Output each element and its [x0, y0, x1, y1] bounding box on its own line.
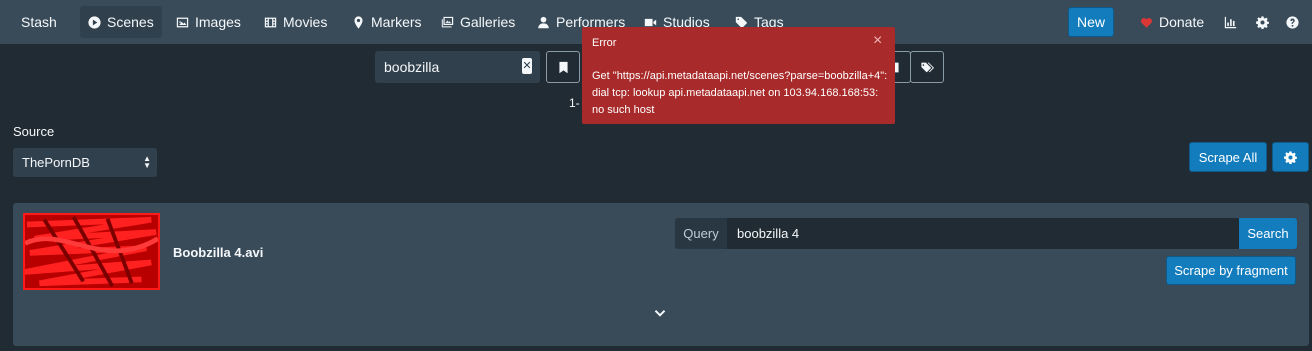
search-input[interactable]: boobzilla ✕	[375, 51, 540, 83]
help-button[interactable]	[1284, 14, 1300, 30]
film-icon	[264, 17, 277, 27]
nav-item-galleries[interactable]: Galleries	[433, 6, 523, 38]
nav-item-label: Scenes	[107, 14, 154, 30]
nav-item-label: Galleries	[460, 14, 516, 30]
donate-label: Donate	[1159, 14, 1205, 30]
map-marker-icon	[354, 15, 363, 29]
play-circle-icon	[88, 15, 101, 29]
new-button[interactable]: New	[1068, 7, 1114, 37]
pagination-info: 1-	[569, 96, 580, 110]
nav-item-images[interactable]: Images	[168, 6, 249, 38]
scrape-by-fragment-button[interactable]: Scrape by fragment	[1166, 256, 1296, 285]
nav-item-label: Movies	[283, 14, 328, 30]
tags-icon	[920, 62, 934, 72]
redacted-scribble-image	[25, 215, 158, 288]
scene-thumbnail[interactable]	[23, 213, 160, 290]
source-selected-value: ThePornDB	[22, 155, 90, 170]
source-label: Source	[13, 124, 55, 139]
donate-button[interactable]: Donate	[1140, 14, 1204, 30]
scraper-settings-button[interactable]	[1272, 142, 1309, 172]
heart-icon	[1141, 17, 1152, 28]
scrape-all-button[interactable]: Scrape All	[1189, 142, 1267, 172]
stats-button[interactable]	[1222, 14, 1238, 30]
expand-button[interactable]	[653, 307, 667, 321]
toast-header: Error	[592, 37, 617, 49]
gear-icon	[1255, 15, 1269, 29]
chart-bar-icon	[1224, 16, 1236, 28]
query-label: Query	[675, 218, 728, 249]
close-icon[interactable]: ×	[873, 32, 882, 50]
image-icon	[176, 17, 189, 27]
scene-title[interactable]: Boobzilla 4.avi	[173, 245, 263, 260]
nav-item-label: Markers	[371, 14, 422, 30]
toast-message: Get "https://api.metadataapi.net/scenes?…	[592, 70, 888, 116]
saved-filters-button[interactable]	[546, 51, 580, 83]
clear-search-button[interactable]: ✕	[522, 58, 532, 74]
brand-link[interactable]: Stash	[21, 14, 57, 30]
images-icon	[441, 16, 454, 27]
query-input[interactable]: boobzilla 4	[728, 218, 1239, 249]
tagger-button[interactable]	[910, 51, 944, 83]
source-select[interactable]: ThePornDB ▲ ▼	[13, 148, 157, 177]
search-button[interactable]: Search	[1239, 218, 1297, 249]
nav-item-scenes[interactable]: Scenes	[80, 6, 162, 38]
scene-card: Boobzilla 4.avi Query boobzilla 4 Search…	[13, 203, 1309, 346]
settings-button[interactable]	[1254, 14, 1270, 30]
bookmark-icon	[558, 61, 568, 73]
nav-item-markers[interactable]: Markers	[344, 6, 430, 38]
select-caret-icon: ▲ ▼	[143, 154, 151, 170]
user-icon	[538, 16, 549, 28]
search-value: boobzilla	[384, 59, 440, 75]
chevron-down-icon	[654, 309, 666, 317]
nav-item-movies[interactable]: Movies	[256, 6, 335, 38]
query-input-group: Query boobzilla 4 Search	[675, 218, 1297, 249]
query-value: boobzilla 4	[737, 226, 800, 241]
gear-icon	[1284, 150, 1297, 164]
error-toast: Error × Get "https://api.metadataapi.net…	[582, 27, 895, 124]
nav-item-label: Images	[195, 14, 241, 30]
question-circle-icon	[1285, 15, 1299, 29]
